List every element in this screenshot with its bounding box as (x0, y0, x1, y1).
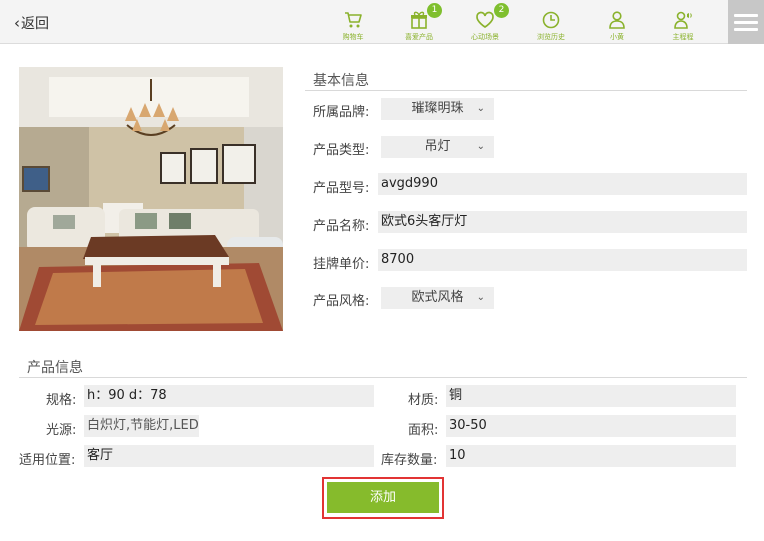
heart-icon (476, 11, 494, 29)
stock-input[interactable] (446, 445, 736, 467)
product-info-divider (19, 377, 747, 378)
model-label: 产品型号: (313, 181, 370, 196)
tab-liked-scenes[interactable]: 心动场景 2 (452, 0, 518, 44)
menu-icon-bar (734, 27, 758, 31)
light-source-label: 光源: (46, 423, 77, 438)
type-select[interactable]: 吊灯 ⌄ (381, 136, 494, 158)
type-label: 产品类型: (313, 143, 370, 158)
clock-icon (542, 11, 560, 29)
product-name-input[interactable] (378, 211, 747, 233)
tab-cart[interactable]: 购物车 (320, 0, 386, 44)
model-input[interactable] (378, 173, 747, 195)
tab-label: 浏览历史 (537, 33, 565, 41)
menu-button[interactable] (728, 0, 764, 44)
stock-label: 库存数量: (381, 453, 438, 468)
back-label: 返回 (21, 16, 49, 32)
product-photo (19, 67, 283, 331)
brand-label: 所属品牌: (313, 105, 370, 120)
price-input[interactable] (378, 249, 747, 271)
price-label: 挂牌单价: (313, 257, 370, 272)
menu-icon-bar (734, 20, 758, 24)
add-button[interactable]: 添加 (327, 482, 439, 513)
basic-info-title: 基本信息 (313, 73, 369, 89)
name-label: 产品名称: (313, 219, 370, 234)
material-input[interactable] (446, 385, 736, 407)
cart-icon (345, 12, 362, 28)
location-label: 适用位置: (19, 453, 76, 468)
scene-count-badge: 2 (494, 3, 509, 18)
brand-value: 璀璨明珠 (411, 101, 464, 116)
tab-host[interactable]: 主程程 (650, 0, 716, 44)
spec-input[interactable] (84, 385, 374, 407)
style-label: 产品风格: (313, 294, 370, 309)
tab-history[interactable]: 浏览历史 (518, 0, 584, 44)
style-value: 欧式风格 (411, 290, 464, 305)
location-input[interactable] (84, 445, 374, 467)
product-info-title: 产品信息 (27, 360, 83, 376)
material-label: 材质: (408, 393, 439, 408)
chevron-down-icon: ⌄ (476, 103, 485, 114)
area-label: 面积: (408, 423, 439, 438)
style-select[interactable]: 欧式风格 ⌄ (381, 287, 494, 309)
tab-label: 喜爱产品 (405, 33, 433, 41)
tab-label: 购物车 (342, 33, 364, 41)
user-speaker-icon (674, 11, 692, 29)
basic-info-divider (305, 90, 747, 91)
tab-label: 小黄 (610, 33, 624, 41)
tab-label: 心动场景 (471, 33, 499, 41)
chevron-down-icon: ⌄ (476, 141, 485, 152)
chevron-left-icon: ‹ (14, 14, 20, 32)
type-value: 吊灯 (424, 139, 451, 154)
brand-select[interactable]: 璀璨明珠 ⌄ (381, 98, 494, 120)
menu-icon-bar (734, 13, 758, 17)
back-button[interactable]: ‹ 返回 (14, 13, 49, 33)
tab-favorite-products[interactable]: 喜爱产品 1 (386, 0, 452, 44)
top-bar: ‹ 返回 购物车 喜爱产品 1 心动场景 2 浏览历史 小黄 主程程 (0, 0, 764, 44)
gift-icon (411, 11, 427, 29)
area-input[interactable] (446, 415, 736, 437)
favorite-count-badge: 1 (427, 3, 442, 18)
tab-label: 主程程 (672, 33, 694, 41)
user-icon (609, 11, 625, 29)
chevron-down-icon: ⌄ (476, 292, 485, 303)
living-room-image (19, 67, 283, 331)
spec-label: 规格: (46, 393, 77, 408)
nav-tabs: 购物车 喜爱产品 1 心动场景 2 浏览历史 小黄 主程程 (320, 0, 716, 44)
light-source-input[interactable] (84, 415, 199, 437)
tab-user[interactable]: 小黄 (584, 0, 650, 44)
